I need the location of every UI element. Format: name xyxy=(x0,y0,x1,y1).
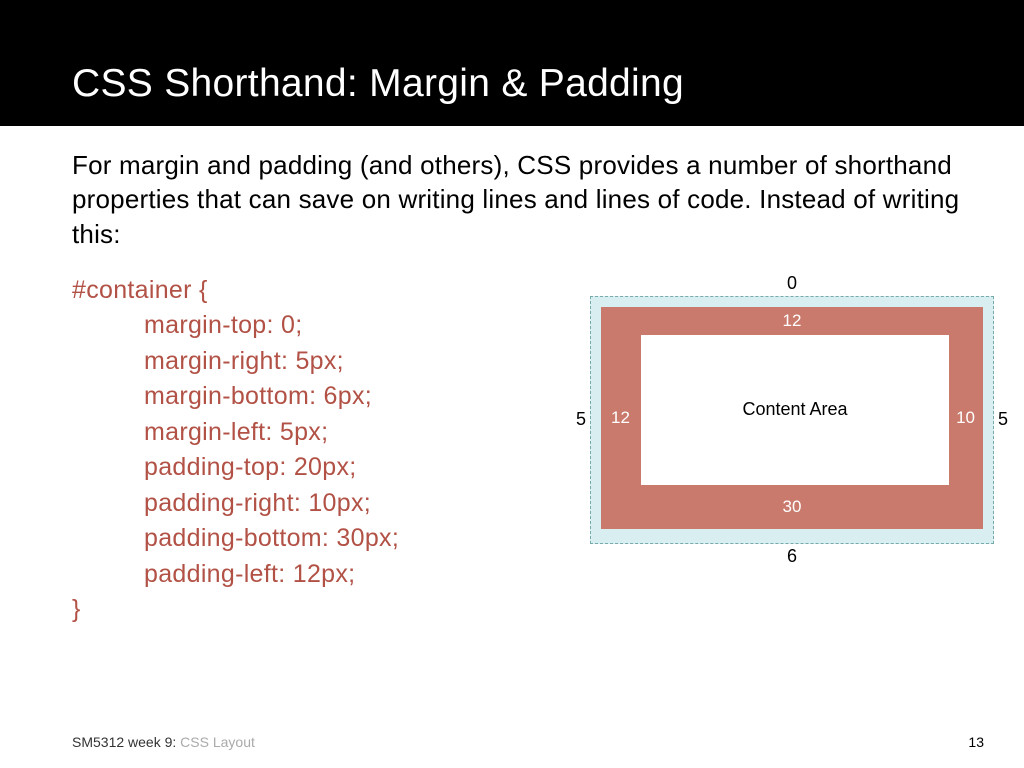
page-number: 13 xyxy=(968,734,984,750)
content-area: Content Area xyxy=(641,335,949,485)
padding-right-label: 10 xyxy=(956,408,975,428)
code-close: } xyxy=(72,592,552,628)
box-model-diagram: 0 5 12 12 10 30 Content Area xyxy=(552,273,1012,567)
code-line: padding-bottom: 30px; xyxy=(72,521,552,557)
footer: SM5312 week 9: CSS Layout 13 xyxy=(72,734,984,750)
code-line: padding-top: 20px; xyxy=(72,450,552,486)
margin-right-label: 5 xyxy=(994,409,1012,430)
footer-course: SM5312 week 9: CSS Layout xyxy=(72,734,255,750)
margin-box: 12 12 10 30 Content Area xyxy=(590,296,994,544)
code-block: #container { margin-top: 0; margin-right… xyxy=(72,273,552,628)
body-area: For margin and padding (and others), CSS… xyxy=(0,126,1024,628)
code-selector: #container { xyxy=(72,273,552,309)
footer-course-topic: CSS Layout xyxy=(180,734,255,750)
slide-title: CSS Shorthand: Margin & Padding xyxy=(72,62,1024,106)
code-line: padding-left: 12px; xyxy=(72,557,552,593)
padding-left-label: 12 xyxy=(611,408,630,428)
content-row: #container { margin-top: 0; margin-right… xyxy=(72,273,964,628)
intro-paragraph: For margin and padding (and others), CSS… xyxy=(72,148,964,251)
slide: CSS Shorthand: Margin & Padding For marg… xyxy=(0,0,1024,768)
padding-bottom-label: 30 xyxy=(783,497,802,517)
code-line: margin-left: 5px; xyxy=(72,415,552,451)
code-line: margin-right: 5px; xyxy=(72,344,552,380)
code-line: padding-right: 10px; xyxy=(72,486,552,522)
padding-top-label: 12 xyxy=(783,311,802,331)
margin-bottom-label: 6 xyxy=(572,546,1012,567)
code-line: margin-top: 0; xyxy=(72,308,552,344)
footer-course-code: SM5312 week 9: xyxy=(72,734,180,750)
title-band: CSS Shorthand: Margin & Padding xyxy=(0,0,1024,126)
code-line: margin-bottom: 6px; xyxy=(72,379,552,415)
margin-left-label: 5 xyxy=(572,409,590,430)
margin-top-label: 0 xyxy=(572,273,1012,294)
padding-box: 12 12 10 30 Content Area xyxy=(601,307,983,529)
